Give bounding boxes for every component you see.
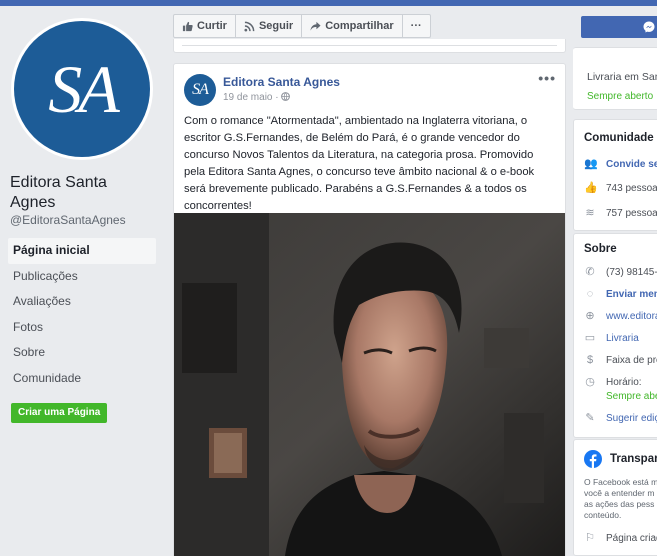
message-row[interactable]: ◌ Enviar men xyxy=(584,286,657,302)
transparency-card: Transpar O Facebook está m você a entend… xyxy=(573,439,657,556)
post-timestamp[interactable]: 19 de maio · xyxy=(223,92,291,103)
pencil-icon: ✎ xyxy=(585,412,595,424)
page-action-bar: Curtir Seguir Compartilhar ··· xyxy=(173,14,431,38)
open-status: Sempre aberto xyxy=(587,90,654,102)
messenger-icon xyxy=(643,21,655,33)
post-author-avatar[interactable]: SA xyxy=(184,74,216,106)
nav-item-posts[interactable]: Publicações xyxy=(8,264,156,290)
flag-icon: ⚐ xyxy=(585,532,595,544)
post-card: SA Editora Santa Agnes 19 de maio · ••• … xyxy=(173,63,566,556)
follows-row: ≋ 757 pessoa xyxy=(584,205,657,221)
send-message-link[interactable]: Enviar men xyxy=(606,289,657,300)
category-row[interactable]: ▭ Livraria xyxy=(584,330,639,346)
invite-friends-row[interactable]: 👥 Convide se xyxy=(584,156,657,172)
divider xyxy=(182,45,557,46)
rss-icon: ≋ xyxy=(585,207,595,219)
messenger-icon: ◌ xyxy=(586,288,594,300)
nav-item-community[interactable]: Comunidade xyxy=(8,366,156,392)
about-card: Sobre ✆ (73) 98145- ◌ Enviar men ⊕ www.e… xyxy=(573,233,657,438)
post-date-text: 19 de maio · xyxy=(223,92,279,103)
likes-count: 743 pessoa xyxy=(606,182,657,194)
phone-icon: ✆ xyxy=(585,266,595,278)
thumbs-up-icon: 👍 xyxy=(584,182,598,194)
page-created-text: Página criad xyxy=(606,532,657,544)
likes-row: 👍 743 pessoa xyxy=(584,180,657,196)
post-author-name[interactable]: Editora Santa Agnes xyxy=(223,75,340,89)
price-row: $ Faixa de pre xyxy=(584,352,657,368)
sa-logo: SA xyxy=(14,21,150,157)
transparency-text-3: as ações das pess xyxy=(584,499,655,509)
community-title: Comunidade xyxy=(584,132,654,144)
page-navigation: Página inicial Publicações Avaliações Fo… xyxy=(8,238,156,391)
previous-post-card xyxy=(173,39,566,53)
page-category[interactable]: Livraria em San xyxy=(587,69,657,85)
people-icon: 👥 xyxy=(584,158,598,170)
suggest-edit-row[interactable]: ✎ Sugerir ediç xyxy=(584,410,657,426)
post-body-text: Com o romance "Atormentada", ambientado … xyxy=(184,115,535,212)
facebook-logo-icon xyxy=(584,450,602,468)
share-label: Compartilhar xyxy=(325,20,394,32)
rss-icon xyxy=(244,21,255,32)
share-arrow-icon xyxy=(310,21,321,31)
post-options-icon[interactable]: ••• xyxy=(538,70,556,86)
transparency-title: Transpar xyxy=(610,453,657,465)
transparency-text-4: conteúdo. xyxy=(584,510,622,520)
left-sidebar: SA Editora Santa Agnes @EditoraSantaAgne… xyxy=(0,6,163,556)
main-feed: Curtir Seguir Compartilhar ··· SA Editor… xyxy=(163,6,569,556)
category-link[interactable]: Livraria xyxy=(606,333,639,344)
share-page-button[interactable]: Compartilhar xyxy=(302,15,403,37)
globe-icon xyxy=(281,92,291,101)
like-label: Curtir xyxy=(197,20,227,32)
dollar-icon: $ xyxy=(586,354,594,366)
hours-label: Horário: xyxy=(606,376,642,388)
nav-item-home[interactable]: Página inicial xyxy=(8,238,156,264)
invite-friends-link[interactable]: Convide se xyxy=(606,159,657,170)
globe-icon: ⊕ xyxy=(585,310,595,322)
more-options-button[interactable]: ··· xyxy=(403,15,430,37)
page-title[interactable]: Editora Santa Agnes xyxy=(10,173,150,213)
price-range: Faixa de pre xyxy=(606,354,657,366)
clock-icon: ◷ xyxy=(585,376,595,388)
phone-number: (73) 98145- xyxy=(606,266,657,278)
phone-row: ✆ (73) 98145- xyxy=(584,264,657,280)
hours-value: Sempre abe xyxy=(606,390,657,402)
website-link[interactable]: www.editora xyxy=(606,311,657,322)
post-photo[interactable] xyxy=(174,213,565,556)
category-card: Livraria em San Sempre aberto xyxy=(573,47,657,110)
transparency-text-1: O Facebook está m xyxy=(584,477,657,487)
nav-item-reviews[interactable]: Avaliações xyxy=(8,289,156,315)
website-row[interactable]: ⊕ www.editora xyxy=(584,308,657,324)
nav-item-about[interactable]: Sobre xyxy=(8,340,156,366)
transparency-text-2: você a entender m xyxy=(584,488,655,498)
thumbs-up-icon xyxy=(182,21,193,31)
page-username[interactable]: @EditoraSantaAgnes xyxy=(10,213,126,227)
community-card: Comunidade 👥 Convide se 👍 743 pessoa ≋ 7… xyxy=(573,119,657,231)
send-message-button[interactable] xyxy=(581,16,657,38)
tag-icon: ▭ xyxy=(584,332,596,344)
follow-page-button[interactable]: Seguir xyxy=(236,15,303,37)
page-created-row: ⚐ Página criad xyxy=(584,530,657,546)
nav-item-photos[interactable]: Fotos xyxy=(8,315,156,341)
like-page-button[interactable]: Curtir xyxy=(174,15,236,37)
more-dots-icon: ··· xyxy=(410,20,422,32)
about-title: Sobre xyxy=(584,243,617,255)
page-profile-picture[interactable]: SA xyxy=(11,18,153,160)
follow-label: Seguir xyxy=(258,20,294,32)
create-page-button[interactable]: Criar uma Página xyxy=(11,403,108,423)
portrait-photo xyxy=(174,213,565,556)
suggest-edit-link[interactable]: Sugerir ediç xyxy=(606,413,657,424)
follows-count: 757 pessoa xyxy=(606,207,657,219)
right-sidebar: Livraria em San Sempre aberto Comunidade… xyxy=(569,6,657,556)
